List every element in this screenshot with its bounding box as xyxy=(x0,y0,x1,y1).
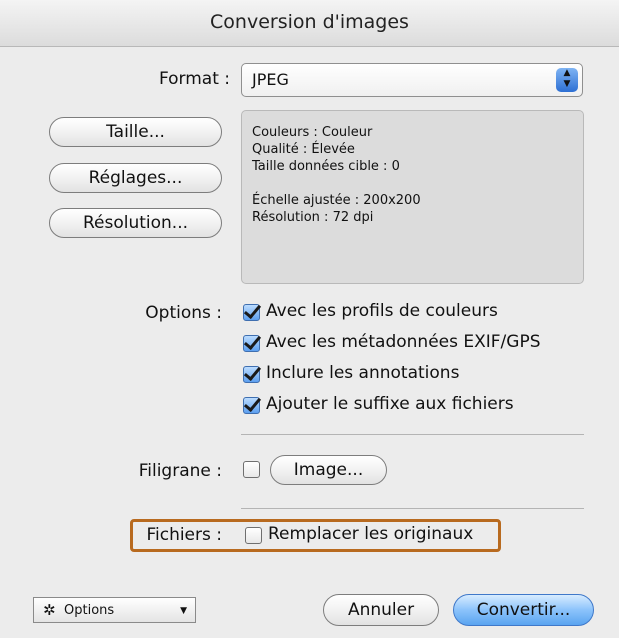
filigrane-checkbox[interactable] xyxy=(243,461,260,478)
exif-gps-label[interactable]: Avec les métadonnées EXIF/GPS xyxy=(266,332,541,352)
filigrane-label: Filigrane : xyxy=(138,461,222,481)
gear-icon: ✲ xyxy=(43,601,56,619)
dialog-title: Conversion d'images xyxy=(0,0,619,47)
action-menu-label: Options xyxy=(64,603,115,618)
format-select[interactable]: JPEG ▲ ▼ xyxy=(241,63,583,97)
select-arrows-icon[interactable]: ▲ ▼ xyxy=(556,68,578,92)
info-qualite: Qualité : Élevée xyxy=(252,142,355,157)
chevron-down-icon: ▼ xyxy=(563,79,571,89)
info-taille-cible: Taille données cible : 0 xyxy=(252,159,400,174)
chevron-up-icon: ▲ xyxy=(563,68,571,78)
suffix-label[interactable]: Ajouter le suffixe aux fichiers xyxy=(266,394,514,414)
options-label: Options : xyxy=(145,303,222,323)
action-menu[interactable]: ✲ Options ▼ xyxy=(33,597,196,623)
annotations-checkbox[interactable] xyxy=(243,366,260,383)
reglages-button[interactable]: Réglages... xyxy=(49,163,222,193)
info-echelle: Échelle ajustée : 200x200 xyxy=(252,193,421,208)
annotations-label[interactable]: Inclure les annotations xyxy=(266,363,459,383)
replace-originals-label[interactable]: Remplacer les originaux xyxy=(268,524,473,544)
replace-originals-checkbox[interactable] xyxy=(245,527,262,544)
convert-button[interactable]: Convertir... xyxy=(453,594,594,626)
separator xyxy=(241,434,584,435)
fichiers-label: Fichiers : xyxy=(146,525,222,545)
color-profiles-label[interactable]: Avec les profils de couleurs xyxy=(266,301,498,321)
info-resolution: Résolution : 72 dpi xyxy=(252,210,374,225)
chevron-down-icon: ▼ xyxy=(180,606,187,616)
suffix-checkbox[interactable] xyxy=(243,397,260,414)
resolution-button[interactable]: Résolution... xyxy=(49,208,222,238)
exif-gps-checkbox[interactable] xyxy=(243,335,260,352)
taille-button[interactable]: Taille... xyxy=(49,117,222,147)
filigrane-image-button[interactable]: Image... xyxy=(270,455,387,485)
format-label: Format : xyxy=(158,69,230,89)
info-couleurs: Couleurs : Couleur xyxy=(252,125,373,140)
cancel-button[interactable]: Annuler xyxy=(323,594,439,626)
format-selected-value: JPEG xyxy=(252,70,289,89)
color-profiles-checkbox[interactable] xyxy=(243,304,260,321)
image-conversion-dialog: Conversion d'images Format : JPEG ▲ ▼ Ta… xyxy=(0,0,619,638)
separator xyxy=(241,508,584,509)
settings-summary-box: Couleurs : Couleur Qualité : Élevée Tail… xyxy=(241,110,584,284)
